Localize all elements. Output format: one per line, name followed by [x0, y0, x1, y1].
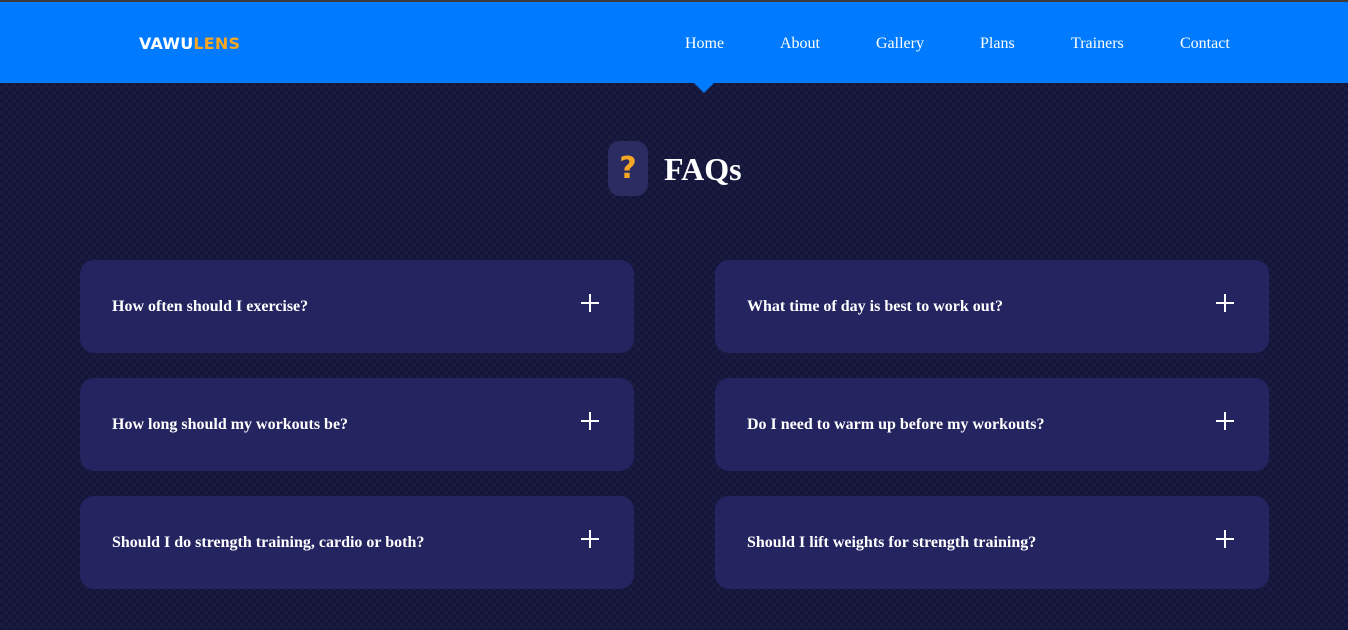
- faq-question: Should I do strength training, cardio or…: [112, 534, 425, 551]
- plus-icon[interactable]: [1215, 411, 1235, 431]
- plus-icon[interactable]: [1215, 293, 1235, 313]
- site-logo[interactable]: VAWULENS: [139, 34, 240, 54]
- faq-title: FAQs: [664, 151, 742, 187]
- active-nav-indicator: [694, 83, 714, 93]
- nav-plans[interactable]: Plans: [980, 34, 1015, 54]
- faq-question: Should I lift weights for strength train…: [747, 534, 1037, 551]
- faq-item-2[interactable]: How long should my workouts be?: [80, 378, 634, 471]
- faq-item-0[interactable]: How often should I exercise?: [80, 260, 634, 353]
- plus-icon[interactable]: [580, 411, 600, 431]
- faq-question: Do I need to warm up before my workouts?: [747, 416, 1045, 433]
- logo-primary: VAWU: [139, 34, 194, 53]
- nav-about[interactable]: About: [780, 34, 820, 54]
- plus-icon[interactable]: [580, 293, 600, 313]
- faq-question: What time of day is best to work out?: [747, 298, 1003, 315]
- question-mark-icon: ?: [608, 141, 648, 196]
- nav-home[interactable]: Home: [685, 34, 724, 54]
- plus-icon[interactable]: [580, 529, 600, 549]
- nav-contact[interactable]: Contact: [1180, 34, 1230, 54]
- faq-question: How long should my workouts be?: [112, 416, 349, 433]
- faq-item-1[interactable]: What time of day is best to work out?: [715, 260, 1269, 353]
- plus-icon[interactable]: [1215, 529, 1235, 549]
- faq-item-5[interactable]: Should I lift weights for strength train…: [715, 496, 1269, 589]
- top-navbar: VAWULENS Home About Gallery Plans Traine…: [0, 2, 1348, 83]
- faq-item-3[interactable]: Do I need to warm up before my workouts?: [715, 378, 1269, 471]
- faq-item-4[interactable]: Should I do strength training, cardio or…: [80, 496, 634, 589]
- nav-gallery[interactable]: Gallery: [876, 34, 924, 54]
- logo-accent: LENS: [193, 34, 241, 53]
- nav-trainers[interactable]: Trainers: [1071, 34, 1124, 54]
- faq-question: How often should I exercise?: [112, 298, 309, 315]
